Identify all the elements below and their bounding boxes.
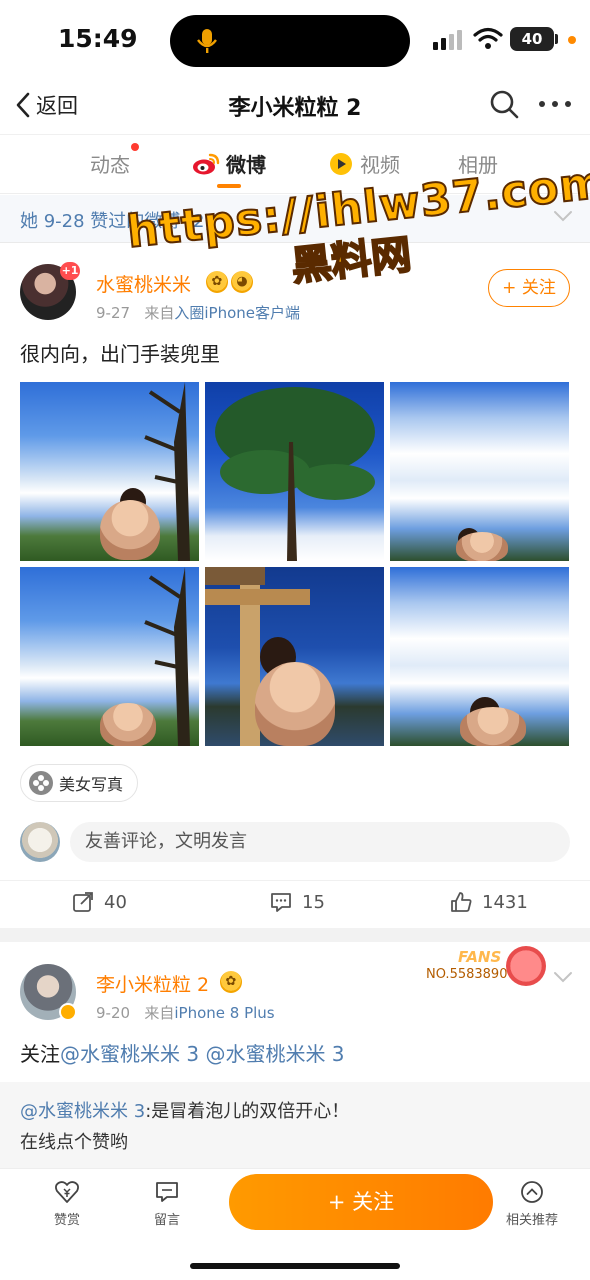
nav-bar: 返回 李小米粒粒 2 — [0, 80, 590, 132]
tab-video[interactable]: 视频 — [328, 149, 400, 178]
like-count: 1431 — [482, 891, 528, 913]
topic-tag[interactable]: 美女写真 — [20, 764, 139, 802]
chevron-up-circle-icon — [521, 1181, 543, 1203]
post-photo[interactable] — [205, 382, 384, 561]
fan-badge-icon: ✿ — [220, 971, 242, 993]
verified-badge-icon — [59, 1003, 77, 1021]
follow-main-button[interactable]: + 关注 — [229, 1174, 493, 1230]
post-text-prefix: 关注 — [20, 1042, 60, 1066]
tab-label: 视频 — [360, 153, 400, 177]
tab-label: 微博 — [226, 153, 266, 177]
tab-dynamics[interactable]: 动态 — [90, 149, 130, 178]
source-prefix: 来自 — [144, 304, 175, 322]
fan-badge-icon: ✿ — [206, 271, 228, 293]
source-prefix: 来自 — [144, 1004, 175, 1022]
post-photo[interactable] — [390, 382, 569, 561]
comment-button[interactable]: 15 — [270, 891, 325, 913]
mention-link[interactable]: @水蜜桃米米 3 — [20, 1101, 145, 1122]
weibo-logo-icon — [193, 153, 220, 174]
more-icon[interactable] — [538, 98, 572, 110]
tab-label: 相册 — [458, 153, 498, 177]
tab-album[interactable]: 相册 — [458, 149, 498, 178]
reposted-line-2: 在线点个赞哟 — [20, 1132, 128, 1153]
thumbs-up-icon — [451, 892, 472, 912]
tab-weibo[interactable]: 微博 — [192, 149, 266, 178]
fans-badge: FANS NO.5583890 — [418, 940, 553, 992]
post-meta: 9-20 来自iPhone 8 Plus — [96, 1002, 275, 1023]
privacy-dot — [568, 36, 576, 44]
mascot-icon — [506, 946, 546, 986]
like-button[interactable]: 1431 — [450, 891, 528, 913]
status-bar: 15:49 40 — [0, 0, 590, 80]
emoji-badge-icon: ◕ — [231, 271, 253, 293]
user-badges: ✿ ◕ — [206, 271, 253, 293]
flower-icon — [29, 771, 53, 795]
reposted-text: @水蜜桃米米 3:是冒着泡儿的双倍开心！ 在线点个赞哟 — [20, 1096, 349, 1158]
wifi-icon — [473, 27, 503, 49]
topic-tag-label: 美女写真 — [59, 775, 124, 794]
related-button[interactable]: 相关推荐 — [497, 1179, 567, 1228]
my-avatar — [20, 822, 60, 862]
post-date: 9-20 — [96, 1004, 131, 1022]
fans-number: NO.5583890 — [426, 967, 508, 982]
repost-count: 40 — [104, 891, 127, 913]
avatar-plus-badge: +1 — [60, 262, 80, 280]
battery-indicator: 40 — [510, 27, 554, 51]
comment-icon — [271, 893, 291, 912]
comment-count: 15 — [302, 891, 325, 913]
fans-label: FANS — [458, 948, 502, 966]
dynamic-island — [170, 15, 410, 67]
comment-input[interactable]: 友善评论，文明发言 — [70, 822, 570, 862]
reward-button[interactable]: 赞赏 — [32, 1179, 102, 1228]
search-icon[interactable] — [488, 88, 520, 120]
post-username[interactable]: 李小米粒粒 2 — [96, 970, 209, 997]
follow-button[interactable]: + 关注 — [488, 269, 570, 307]
post-text: 关注@水蜜桃米米 3 @水蜜桃米米 3 — [20, 1038, 345, 1067]
user-badges: ✿ — [220, 971, 242, 993]
tree-shape — [215, 387, 375, 561]
chevron-down-icon — [554, 211, 572, 222]
post-photo[interactable] — [390, 567, 569, 746]
post-source[interactable]: 入圈iPhone客户端 — [174, 304, 300, 322]
share-icon — [73, 892, 93, 912]
notification-dot — [131, 143, 139, 151]
status-time: 15:49 — [58, 24, 138, 53]
active-tab-indicator — [217, 184, 241, 188]
chevron-down-icon[interactable] — [553, 970, 573, 984]
post-meta: 9-27 来自入圈iPhone客户端 — [96, 302, 300, 323]
profile-tabs: 动态 微博 视频 相册 — [0, 134, 590, 194]
mention-link[interactable]: @水蜜桃米米 3 — [60, 1042, 199, 1066]
post-text: 很内向，出门手装兜里 — [20, 342, 220, 366]
post-username[interactable]: 水蜜桃米米 — [96, 270, 191, 297]
liked-posts-text: 她 9-28 赞过的微博 (2) — [20, 211, 212, 232]
battery-nub — [555, 34, 558, 44]
cellular-signal-icon — [433, 30, 462, 50]
related-label: 相关推荐 — [505, 1213, 558, 1228]
post-photo[interactable] — [20, 382, 199, 561]
message-label: 留言 — [153, 1213, 180, 1228]
message-button[interactable]: 留言 — [132, 1179, 202, 1228]
reward-heart-icon — [55, 1181, 79, 1203]
liked-posts-bar[interactable]: 她 9-28 赞过的微博 (2) — [0, 195, 590, 243]
reposted-content[interactable]: @水蜜桃米米 3:是冒着泡儿的双倍开心！ 在线点个赞哟 — [0, 1082, 590, 1168]
microphone-icon — [197, 29, 217, 53]
repost-button[interactable]: 40 — [72, 891, 127, 913]
tab-label: 动态 — [90, 153, 130, 177]
video-icon — [330, 152, 352, 175]
home-indicator — [190, 1263, 400, 1269]
reposted-line-1: :是冒着泡儿的双倍开心！ — [145, 1101, 350, 1122]
post-source[interactable]: iPhone 8 Plus — [174, 1004, 274, 1022]
bottom-action-bar: 赞赏 留言 + 关注 相关推荐 — [0, 1168, 590, 1280]
message-icon — [156, 1182, 178, 1202]
post-photo[interactable] — [20, 567, 199, 746]
post-actions: 40 15 1431 — [0, 880, 590, 926]
post-photo[interactable] — [205, 567, 384, 746]
post-date: 9-27 — [96, 304, 131, 322]
reward-label: 赞赏 — [53, 1213, 80, 1228]
mention-link[interactable]: @水蜜桃米米 3 — [205, 1042, 344, 1066]
